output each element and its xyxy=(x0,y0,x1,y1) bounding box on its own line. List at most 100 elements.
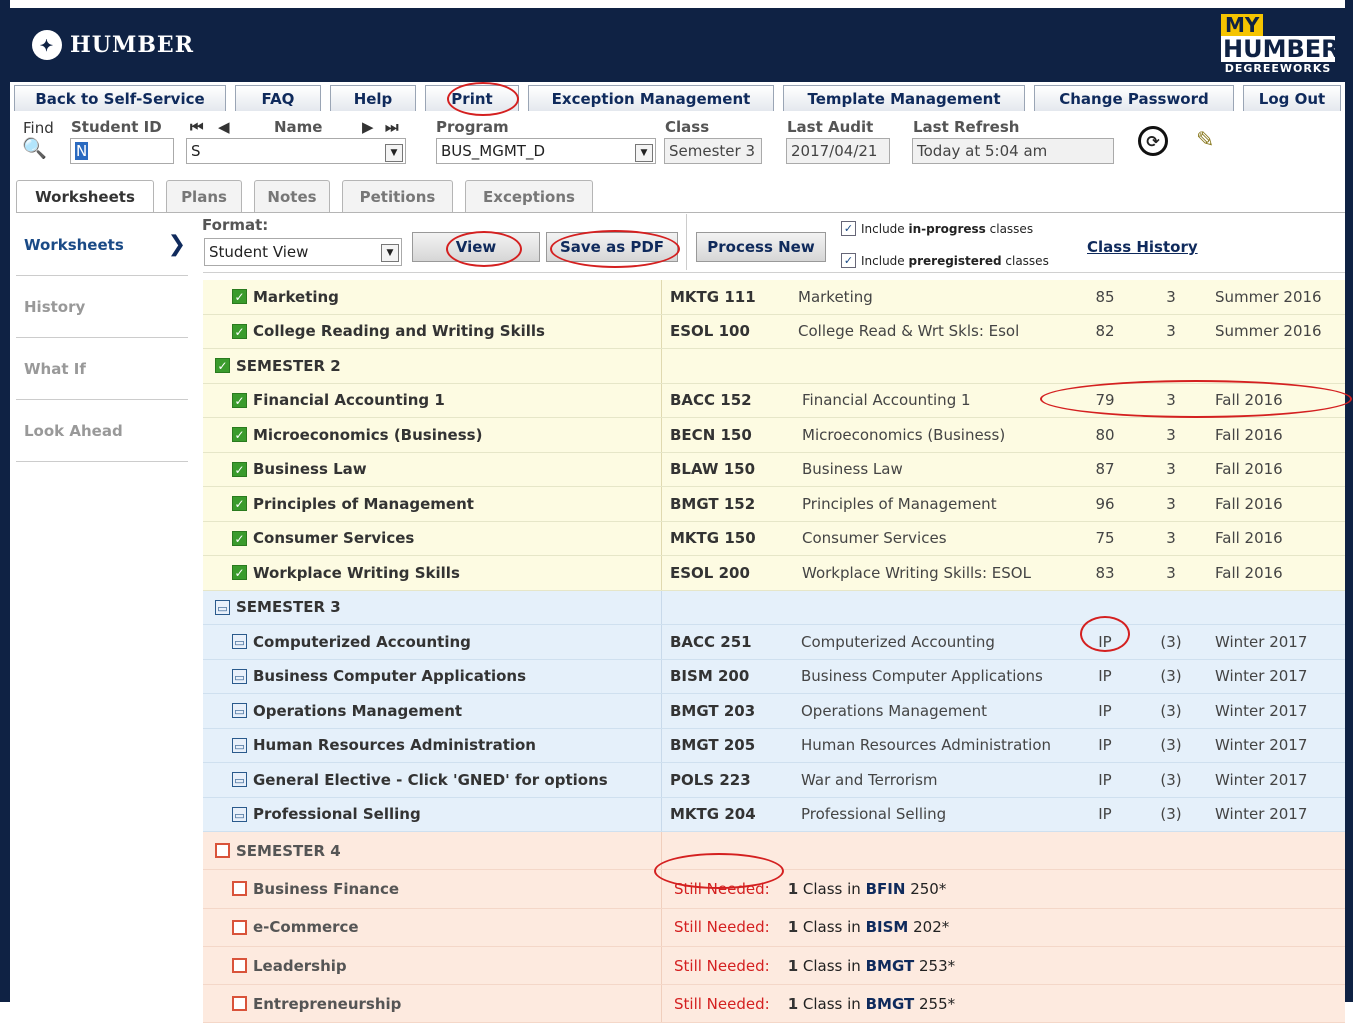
course-number[interactable]: 255* xyxy=(919,995,955,1013)
class-in-text: Class in xyxy=(802,956,861,975)
column-divider xyxy=(661,487,662,521)
requirement-cell: ✓ Microeconomics (Business) xyxy=(232,418,482,452)
semester-header-row: SEMESTER 4 xyxy=(203,832,1345,871)
term: Fall 2016 xyxy=(1215,391,1283,410)
notes-edit-icon[interactable]: ✎ xyxy=(1196,128,1214,153)
course-code[interactable]: MKTG 150 xyxy=(670,522,756,556)
course-title: Business Computer Applications xyxy=(801,667,1043,686)
include-preregistered-checkbox[interactable]: ✓ Include preregistered classes xyxy=(841,253,1049,268)
refresh-icon[interactable]: ⟳ xyxy=(1138,126,1168,156)
exception-management-button[interactable]: Exception Management xyxy=(528,85,774,111)
credits: 3 xyxy=(1166,494,1176,513)
view-button[interactable]: View xyxy=(412,232,540,262)
program-select[interactable]: BUS_MGMT_D ▼ xyxy=(436,138,656,164)
course-code[interactable]: BMGT 205 xyxy=(670,729,755,763)
course-subject-link[interactable]: BMGT xyxy=(866,957,915,975)
checkbox-checked-icon: ✓ xyxy=(841,221,856,236)
course-number[interactable]: 202* xyxy=(913,918,949,936)
back-to-self-service-button[interactable]: Back to Self-Service xyxy=(14,85,226,111)
tab-plans[interactable]: Plans xyxy=(166,180,242,212)
course-title: Computerized Accounting xyxy=(801,632,995,651)
term: Summer 2016 xyxy=(1215,287,1322,306)
course-code[interactable]: BACC 251 xyxy=(670,625,752,659)
print-button[interactable]: Print xyxy=(425,85,519,111)
requirement-cell: e-Commerce xyxy=(232,909,359,946)
course-title: Principles of Management xyxy=(802,494,997,513)
course-code[interactable]: BMGT 152 xyxy=(670,487,755,521)
course-subject-link[interactable]: BFIN xyxy=(866,880,906,898)
grade: 80 xyxy=(1095,425,1115,444)
save-as-pdf-button[interactable]: Save as PDF xyxy=(546,232,678,262)
course-code[interactable]: MKTG 111 xyxy=(670,280,756,314)
column-divider xyxy=(661,832,662,870)
requirement-name: SEMESTER 4 xyxy=(236,841,341,860)
course-code[interactable]: BISM 200 xyxy=(670,660,749,694)
help-button[interactable]: Help xyxy=(330,85,416,111)
log-out-button[interactable]: Log Out xyxy=(1243,85,1341,111)
sidebar-item-worksheets[interactable]: Worksheets ❯ xyxy=(16,214,188,276)
term: Fall 2016 xyxy=(1215,460,1283,479)
still-needed-cell: Still Needed: 1 Class in BMGT 253* xyxy=(674,947,955,984)
template-management-button[interactable]: Template Management xyxy=(783,85,1025,111)
in-progress-icon: ▭ xyxy=(232,806,247,822)
find-search-icon[interactable]: 🔍 xyxy=(22,136,47,160)
tab-notes[interactable]: Notes xyxy=(254,180,330,212)
faq-button[interactable]: FAQ xyxy=(235,85,321,111)
course-code[interactable]: BACC 152 xyxy=(670,384,752,418)
course-code[interactable]: ESOL 100 xyxy=(670,315,750,349)
course-row: ✓ Principles of Management BMGT 152 Princip… xyxy=(203,487,1345,522)
column-divider xyxy=(661,946,662,985)
course-code[interactable]: ESOL 200 xyxy=(670,556,750,590)
grade: IP xyxy=(1098,667,1112,686)
tab-worksheets[interactable]: Worksheets xyxy=(16,180,154,212)
sidebar-item-history[interactable]: History xyxy=(16,276,188,338)
course-code[interactable]: BECN 150 xyxy=(670,418,752,452)
chevron-right-icon: ❯ xyxy=(167,232,186,257)
course-row: Entrepreneurship Still Needed: 1 Class in … xyxy=(203,985,1345,1023)
student-id-input[interactable]: N xyxy=(70,138,174,164)
badge-degreeworks: DEGREEWORKS xyxy=(1221,62,1335,76)
include-in-progress-checkbox[interactable]: ✓ Include in-progress classes xyxy=(841,221,1033,236)
requirement-name: SEMESTER 3 xyxy=(236,598,341,617)
course-subject-link[interactable]: BMGT xyxy=(866,995,915,1013)
format-select[interactable]: Student View ▼ xyxy=(204,238,402,266)
tab-petitions[interactable]: Petitions xyxy=(342,180,453,212)
course-number[interactable]: 253* xyxy=(919,957,955,975)
course-title: Financial Accounting 1 xyxy=(802,391,971,410)
name-select[interactable]: S ▼ xyxy=(186,138,406,164)
course-subject-link[interactable]: BISM xyxy=(866,918,909,936)
chk-text: Include xyxy=(861,221,909,236)
course-row: ✓ Consumer Services MKTG 150 Consumer Servi… xyxy=(203,521,1345,556)
last-refresh-value: Today at 5:04 am xyxy=(917,142,1048,160)
requirement-cell: ▭ Computerized Accounting xyxy=(232,625,471,659)
course-number[interactable]: 250* xyxy=(910,880,946,898)
process-new-button[interactable]: Process New xyxy=(696,232,826,262)
semester-header-row: ▭ SEMESTER 3 xyxy=(203,590,1345,625)
course-row: Leadership Still Needed: 1 Class in BMGT 2… xyxy=(203,946,1345,986)
next-record-button[interactable]: ▶ xyxy=(362,118,374,136)
change-password-button[interactable]: Change Password xyxy=(1034,85,1234,111)
credits: 3 xyxy=(1166,391,1176,410)
course-row: ✓ Marketing MKTG 111 Marketing 85 3 Summer 201… xyxy=(203,280,1345,315)
course-code[interactable]: BLAW 150 xyxy=(670,453,755,487)
last-audit-label: Last Audit xyxy=(787,118,874,136)
column-divider xyxy=(661,797,662,831)
sidebar-item-look-ahead[interactable]: Look Ahead xyxy=(16,400,188,462)
course-code[interactable]: BMGT 203 xyxy=(670,694,755,728)
course-row: Business Finance Still Needed: 1 Class in … xyxy=(203,870,1345,909)
course-code[interactable]: POLS 223 xyxy=(670,763,751,797)
prev-record-button[interactable]: ◀ xyxy=(218,118,230,136)
sidebar-item-what-if[interactable]: What If xyxy=(16,338,188,400)
badge-my: MY xyxy=(1221,14,1264,36)
course-code[interactable]: MKTG 204 xyxy=(670,798,756,832)
tab-exceptions[interactable]: Exceptions xyxy=(465,180,593,212)
last-record-button[interactable]: ⏭ xyxy=(385,118,399,136)
column-divider xyxy=(661,694,662,728)
still-needed-cell: Still Needed: 1 Class in BMGT 255* xyxy=(674,985,955,1022)
check-complete-icon: ✓ xyxy=(232,461,247,477)
requirement-name: Microeconomics (Business) xyxy=(253,425,483,444)
first-record-button[interactable]: ⏮ xyxy=(190,118,204,136)
requirement-name: Consumer Services xyxy=(253,529,415,548)
class-history-link[interactable]: Class History xyxy=(1087,238,1198,256)
course-title: Marketing xyxy=(798,287,873,306)
